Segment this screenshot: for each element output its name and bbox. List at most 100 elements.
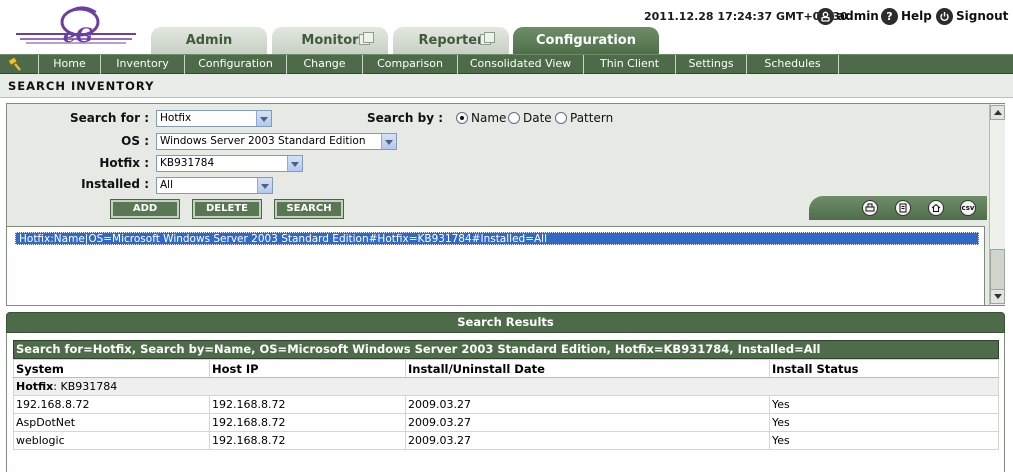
radio-label: Date — [523, 111, 552, 125]
cell-system: weblogic — [13, 431, 210, 450]
column-header-install-status: Install Status — [769, 359, 999, 378]
power-icon — [936, 7, 953, 25]
help-label: Help — [901, 9, 932, 23]
group-value: : KB931784 — [53, 380, 118, 393]
user-button[interactable]: admin — [817, 6, 879, 26]
criteria-listbox[interactable]: Hotfix:Name|OS=Microsoft Windows Server … — [7, 226, 985, 305]
table-row: weblogic 192.168.8.72 2009.03.27 Yes — [13, 431, 999, 450]
table-header-row: System Host IP Install/Uninstall Date In… — [13, 359, 999, 378]
results-header: Search Results — [6, 312, 1005, 333]
search-button[interactable]: SEARCH — [274, 199, 344, 219]
installed-label: Installed : — [81, 177, 149, 191]
chevron-down-icon[interactable] — [257, 178, 272, 193]
print-icon[interactable] — [862, 200, 878, 216]
search-by-label: Search by : — [366, 111, 443, 125]
radio-unselected-icon — [508, 112, 520, 124]
tab-label: Reporter — [418, 33, 484, 48]
tab-label: Admin — [185, 33, 233, 48]
panel-scrollbar[interactable] — [989, 104, 1005, 305]
nav-brush-slot — [0, 55, 39, 74]
search-panel: Search for : Hotfix OS : Windows Server … — [6, 103, 1005, 306]
search-by-pattern-radio[interactable]: Pattern — [555, 111, 613, 125]
scroll-up-icon[interactable] — [990, 105, 1005, 120]
add-button[interactable]: ADD — [110, 199, 180, 219]
logo-text: eG — [63, 23, 93, 47]
nav-thin-client[interactable]: Thin Client — [584, 55, 676, 74]
tab-monitor[interactable]: Monitor — [272, 27, 388, 54]
cell-date: 2009.03.27 — [405, 395, 770, 414]
cell-status: Yes — [769, 413, 999, 432]
tab-configuration[interactable]: Configuration — [513, 27, 659, 54]
sub-navigation: Home Inventory Configuration Change Comp… — [0, 54, 1013, 74]
table-row: AspDotNet 192.168.8.72 2009.03.27 Yes — [13, 413, 999, 432]
scroll-down-icon[interactable] — [990, 289, 1005, 304]
home-icon[interactable] — [928, 200, 944, 216]
group-row: Hotfix: KB931784 — [13, 377, 999, 396]
eg-logo[interactable]: eG — [14, 4, 138, 48]
hotfix-label: Hotfix : — [99, 156, 149, 170]
search-by-name-radio[interactable]: Name — [456, 111, 506, 125]
installed-value: All — [160, 179, 174, 191]
os-select[interactable]: Windows Server 2003 Standard Edition — [156, 133, 397, 150]
search-for-label: Search for : — [70, 111, 149, 125]
nav-home[interactable]: Home — [39, 55, 101, 74]
cell-system: 192.168.8.72 — [13, 395, 210, 414]
table-row: 192.168.8.72 192.168.8.72 2009.03.27 Yes — [13, 395, 999, 414]
signout-button[interactable]: Signout — [936, 6, 1008, 26]
cell-host-ip: 192.168.8.72 — [209, 395, 406, 414]
radio-label: Name — [471, 111, 507, 125]
signout-label: Signout — [956, 9, 1009, 23]
group-cell: Hotfix: KB931784 — [13, 377, 999, 396]
radio-label: Pattern — [570, 111, 614, 125]
nav-change[interactable]: Change — [287, 55, 363, 74]
tab-reporter[interactable]: Reporter — [393, 27, 509, 54]
nav-settings[interactable]: Settings — [676, 55, 747, 74]
results-panel: Search for=Hotfix, Search by=Name, OS=Mi… — [6, 333, 1005, 472]
cell-host-ip: 192.168.8.72 — [209, 431, 406, 450]
hotfix-select[interactable]: KB931784 — [156, 155, 303, 172]
results-query-summary: Search for=Hotfix, Search by=Name, OS=Mi… — [13, 340, 999, 359]
pdf-icon[interactable] — [895, 200, 911, 216]
group-label: Hotfix — [16, 380, 54, 393]
cell-date: 2009.03.27 — [405, 413, 770, 432]
nav-schedules[interactable]: Schedules — [747, 55, 839, 74]
column-header-install-date: Install/Uninstall Date — [405, 359, 770, 378]
chevron-down-icon[interactable] — [287, 156, 302, 171]
tab-admin[interactable]: Admin — [151, 27, 267, 54]
scroll-thumb[interactable] — [990, 249, 1005, 290]
csv-icon[interactable]: csv — [960, 200, 976, 216]
column-header-system: System — [13, 359, 210, 378]
page-title-bar: SEARCH INVENTORY — [0, 74, 1013, 98]
open-window-icon[interactable] — [480, 32, 495, 45]
app-header: eG 2011.12.28 17:24:37 GMT+05:30 admin ?… — [0, 0, 1013, 54]
radio-unselected-icon — [555, 112, 567, 124]
search-by-date-radio[interactable]: Date — [508, 111, 552, 125]
os-value: Windows Server 2003 Standard Edition — [160, 135, 366, 147]
results-table: System Host IP Install/Uninstall Date In… — [13, 359, 999, 450]
search-for-value: Hotfix — [160, 112, 192, 124]
radio-selected-icon — [456, 112, 468, 124]
installed-select[interactable]: All — [156, 177, 273, 194]
cell-status: Yes — [769, 395, 999, 414]
nav-configuration[interactable]: Configuration — [185, 55, 287, 74]
chevron-down-icon[interactable] — [256, 111, 271, 126]
cell-status: Yes — [769, 431, 999, 450]
help-button[interactable]: ? Help — [881, 6, 932, 26]
help-icon: ? — [881, 7, 898, 25]
chevron-down-icon[interactable] — [381, 134, 396, 149]
tab-label: Monitor — [301, 33, 359, 48]
page-title: SEARCH INVENTORY — [8, 79, 155, 93]
nav-inventory[interactable]: Inventory — [101, 55, 185, 74]
cell-date: 2009.03.27 — [405, 431, 770, 450]
criteria-list-item[interactable]: Hotfix:Name|OS=Microsoft Windows Server … — [15, 232, 979, 245]
user-label: admin — [837, 9, 879, 23]
open-window-icon[interactable] — [359, 32, 374, 45]
cell-host-ip: 192.168.8.72 — [209, 413, 406, 432]
column-header-host-ip: Host IP — [209, 359, 406, 378]
search-for-select[interactable]: Hotfix — [156, 110, 272, 127]
nav-consolidated-view[interactable]: Consolidated View — [458, 55, 584, 74]
delete-button[interactable]: DELETE — [192, 199, 262, 219]
hotfix-value: KB931784 — [160, 157, 215, 169]
nav-comparison[interactable]: Comparison — [363, 55, 458, 74]
export-toolbar: csv — [809, 196, 987, 220]
